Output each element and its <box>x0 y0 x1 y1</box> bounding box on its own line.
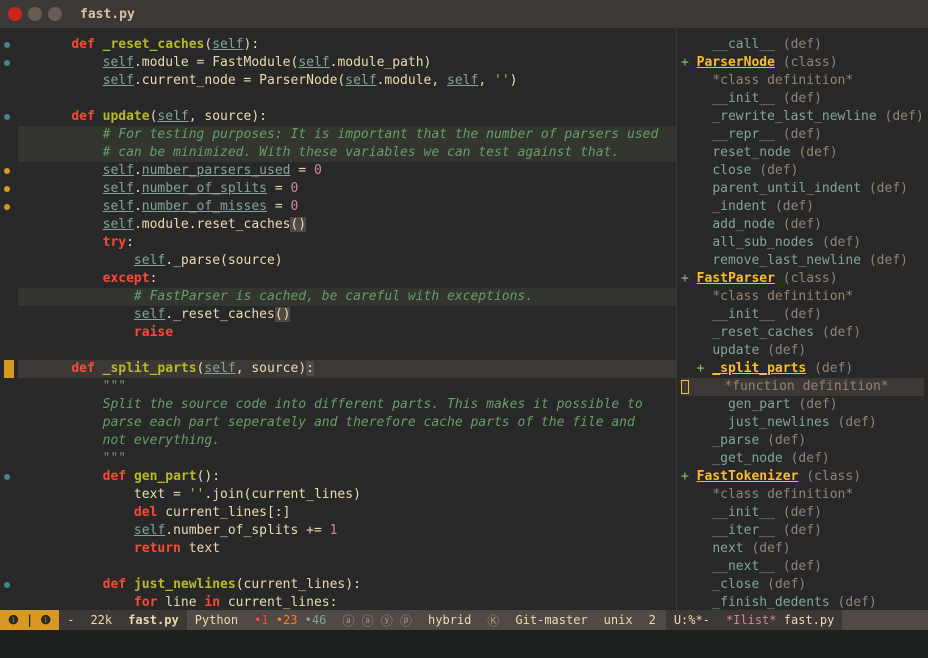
outline-item[interactable]: + FastParser (class) <box>681 270 924 288</box>
fold-marker-icon[interactable] <box>4 474 10 480</box>
fold-marker-icon[interactable] <box>4 168 10 174</box>
code-line[interactable]: """ <box>18 450 676 468</box>
outline-item[interactable]: __init__ (def) <box>681 306 924 324</box>
status-dash: - <box>59 610 82 630</box>
status-right-mode: *Ilist* fast.py <box>718 610 842 630</box>
code-line[interactable]: self.module.reset_caches() <box>18 216 676 234</box>
code-line[interactable]: self.number_of_misses = 0 <box>18 198 676 216</box>
fold-marker-icon[interactable] <box>4 204 10 210</box>
outline-item[interactable]: _finish_dedents (def) <box>681 594 924 610</box>
code-line[interactable]: except: <box>18 270 676 288</box>
fold-marker-icon[interactable] <box>4 114 10 120</box>
outline-item[interactable]: gen_part (def) <box>681 396 924 414</box>
code-content[interactable]: def _reset_caches(self): self.module = F… <box>18 28 676 610</box>
code-line[interactable]: raise <box>18 324 676 342</box>
outline-item[interactable]: __iter__ (def) <box>681 522 924 540</box>
outline-item[interactable]: *function definition* <box>681 378 924 396</box>
status-errors: •1 •23 •46 <box>246 610 334 630</box>
outline-item[interactable]: next (def) <box>681 540 924 558</box>
code-line[interactable]: # FastParser is cached, be careful with … <box>18 288 676 306</box>
code-line[interactable]: def _split_parts(self, source): <box>18 360 676 378</box>
outline-item[interactable]: __repr__ (def) <box>681 126 924 144</box>
code-line[interactable]: self.module = FastModule(self.module_pat… <box>18 54 676 72</box>
outline-item[interactable]: + FastTokenizer (class) <box>681 468 924 486</box>
close-icon[interactable] <box>8 7 22 21</box>
fold-marker-icon[interactable] <box>4 582 10 588</box>
code-line[interactable]: self._reset_caches() <box>18 306 676 324</box>
code-line[interactable]: def update(self, source): <box>18 108 676 126</box>
status-size: 22k <box>82 610 120 630</box>
code-line[interactable]: # For testing purposes: It is important … <box>18 126 676 144</box>
outline-item[interactable]: + _split_parts (def) <box>681 360 924 378</box>
outline-sidebar[interactable]: __call__ (def)+ ParserNode (class) *clas… <box>676 28 928 610</box>
outline-item[interactable]: _rewrite_last_newline (def) <box>681 108 924 126</box>
code-line[interactable]: self.number_of_splits += 1 <box>18 522 676 540</box>
status-right-mod: U:%*- <box>666 610 718 630</box>
code-line[interactable]: del current_lines[:] <box>18 504 676 522</box>
code-line[interactable]: Split the source code into different par… <box>18 396 676 414</box>
code-line[interactable]: self.number_parsers_used = 0 <box>18 162 676 180</box>
window-titlebar: fast.py <box>0 0 928 28</box>
status-warnings[interactable]: ❶ | ❶ <box>0 610 59 630</box>
outline-item[interactable]: just_newlines (def) <box>681 414 924 432</box>
code-line[interactable]: def just_newlines(current_lines): <box>18 576 676 594</box>
code-line[interactable] <box>18 90 676 108</box>
code-line[interactable] <box>18 342 676 360</box>
code-line[interactable]: self.number_of_splits = 0 <box>18 180 676 198</box>
status-pct: 2 <box>641 610 664 630</box>
outline-item[interactable]: _parse (def) <box>681 432 924 450</box>
outline-item[interactable]: *class definition* <box>681 72 924 90</box>
status-bar: ❶ | ❶ - 22k fast.py Python •1 •23 •46 ⓐ … <box>0 610 928 630</box>
minibuffer[interactable] <box>0 630 928 658</box>
outline-item[interactable]: __next__ (def) <box>681 558 924 576</box>
outline-item[interactable]: close (def) <box>681 162 924 180</box>
status-git[interactable]: Git-master <box>507 610 595 630</box>
code-editor[interactable]: def _reset_caches(self): self.module = F… <box>0 28 676 610</box>
cursor-line-marker[interactable] <box>4 360 14 378</box>
code-line[interactable] <box>18 558 676 576</box>
code-line[interactable]: try: <box>18 234 676 252</box>
outline-item[interactable]: _get_node (def) <box>681 450 924 468</box>
window-title: fast.py <box>80 7 135 22</box>
code-line[interactable]: for line in current_lines: <box>18 594 676 610</box>
code-line[interactable]: # can be minimized. With these variables… <box>18 144 676 162</box>
status-mode[interactable]: Python <box>187 610 246 630</box>
outline-item[interactable]: _reset_caches (def) <box>681 324 924 342</box>
status-hybrid: hybrid <box>420 610 479 630</box>
outline-item[interactable]: _close (def) <box>681 576 924 594</box>
code-line[interactable]: text = ''.join(current_lines) <box>18 486 676 504</box>
status-encoding: unix <box>596 610 641 630</box>
main-area: def _reset_caches(self): self.module = F… <box>0 28 928 610</box>
status-k: Ⓚ <box>479 610 507 630</box>
outline-item[interactable]: reset_node (def) <box>681 144 924 162</box>
code-line[interactable]: def _reset_caches(self): <box>18 36 676 54</box>
fold-marker-icon[interactable] <box>4 60 10 66</box>
code-line[interactable]: self.current_node = ParserNode(self.modu… <box>18 72 676 90</box>
outline-item[interactable]: __call__ (def) <box>681 36 924 54</box>
outline-item[interactable]: remove_last_newline (def) <box>681 252 924 270</box>
fold-marker-icon[interactable] <box>4 42 10 48</box>
maximize-icon[interactable] <box>48 7 62 21</box>
code-line[interactable]: not everything. <box>18 432 676 450</box>
outline-item[interactable]: *class definition* <box>681 486 924 504</box>
outline-item[interactable]: add_node (def) <box>681 216 924 234</box>
fold-marker-icon[interactable] <box>4 186 10 192</box>
outline-item[interactable]: + ParserNode (class) <box>681 54 924 72</box>
code-line[interactable]: """ <box>18 378 676 396</box>
status-filename[interactable]: fast.py <box>120 610 187 630</box>
outline-item[interactable]: update (def) <box>681 342 924 360</box>
code-line[interactable]: parse each part seperately and therefore… <box>18 414 676 432</box>
outline-item[interactable]: *class definition* <box>681 288 924 306</box>
outline-item[interactable]: parent_until_indent (def) <box>681 180 924 198</box>
outline-item[interactable]: all_sub_nodes (def) <box>681 234 924 252</box>
outline-item[interactable]: __init__ (def) <box>681 90 924 108</box>
minimize-icon[interactable] <box>28 7 42 21</box>
outline-item[interactable]: _indent (def) <box>681 198 924 216</box>
code-line[interactable]: def gen_part(): <box>18 468 676 486</box>
status-minor-modes: ⓐ ⓐ ⓨ ⓟ <box>334 610 420 630</box>
code-line[interactable]: return text <box>18 540 676 558</box>
outline-item[interactable]: __init__ (def) <box>681 504 924 522</box>
code-line[interactable]: self._parse(source) <box>18 252 676 270</box>
outline-cursor-icon <box>681 380 689 394</box>
